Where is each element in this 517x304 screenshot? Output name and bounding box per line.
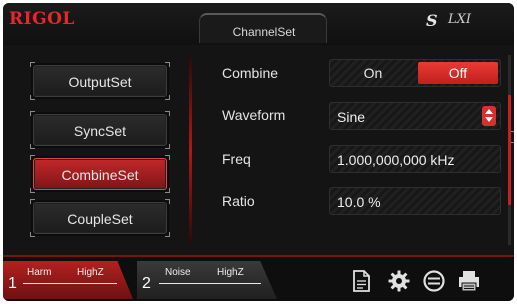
menu-item-coupleset[interactable]: CoupleSet	[30, 199, 170, 237]
channel-number: 2	[142, 275, 151, 292]
top-bar: RIGOL ChannelSet S LXI	[3, 3, 514, 45]
channel-2-load: HighZ	[217, 267, 244, 278]
bottom-bar: 1 Harm HighZ 2 Noise HighZ	[3, 255, 514, 301]
menu-item-syncset[interactable]: SyncSet	[30, 111, 170, 149]
channel-2-function: Noise	[165, 267, 191, 278]
combine-on-option[interactable]: On	[330, 60, 416, 86]
ratio-field[interactable]: 10.0 %	[329, 187, 501, 215]
waveform-select[interactable]: Sine	[329, 102, 501, 130]
link-icon[interactable]	[422, 269, 446, 293]
menu-item-label: OutputSet	[68, 74, 132, 90]
file-icon[interactable]	[349, 269, 373, 293]
scroll-grip	[511, 131, 514, 143]
channel-1-function: Harm	[27, 267, 52, 278]
freq-value: 1.000,000,000 kHz	[337, 152, 455, 168]
ratio-value: 10.0 %	[337, 194, 381, 210]
channel-2-underline	[159, 283, 261, 284]
print-icon[interactable]	[457, 269, 481, 293]
waveform-label: Waveform	[222, 107, 286, 123]
channel-1-underline	[23, 283, 117, 284]
waveform-value: Sine	[337, 109, 366, 125]
title-tab: ChannelSet	[199, 13, 327, 43]
menu-divider	[189, 55, 192, 245]
menu-item-combineset[interactable]: CombineSet	[30, 155, 170, 193]
device-screen: RIGOL ChannelSet S LXI OutputSet SyncSet…	[3, 3, 514, 301]
menu-item-label: CoupleSet	[67, 211, 133, 227]
menu-item-outputset[interactable]: OutputSet	[30, 62, 170, 100]
scroll-thumb[interactable]	[508, 95, 511, 205]
menu-item-label: SyncSet	[73, 123, 127, 139]
ratio-label: Ratio	[222, 193, 255, 209]
menu-item-label: CombineSet	[61, 167, 139, 183]
channel-1-tab[interactable]: 1 Harm HighZ	[3, 261, 133, 299]
dropdown-arrows-icon[interactable]	[482, 106, 496, 126]
sync-icon: S	[426, 11, 438, 30]
status-icons: S LXI	[426, 11, 496, 31]
freq-field[interactable]: 1.000,000,000 kHz	[329, 145, 501, 173]
combine-off-option[interactable]: Off	[418, 62, 498, 84]
brand-logo: RIGOL	[9, 9, 75, 29]
channel-1-load: HighZ	[77, 267, 104, 278]
bottom-divider	[3, 255, 514, 257]
freq-label: Freq	[222, 151, 251, 167]
channel-2-tab[interactable]: 2 Noise HighZ	[137, 261, 277, 299]
combine-label: Combine	[222, 65, 279, 81]
scrollbar[interactable]	[508, 55, 511, 245]
channel-number: 1	[8, 275, 17, 292]
gear-icon[interactable]	[387, 269, 411, 293]
lxi-icon: LXI	[448, 12, 472, 27]
combine-toggle[interactable]: On Off	[329, 59, 501, 87]
page-title: ChannelSet	[232, 25, 296, 39]
